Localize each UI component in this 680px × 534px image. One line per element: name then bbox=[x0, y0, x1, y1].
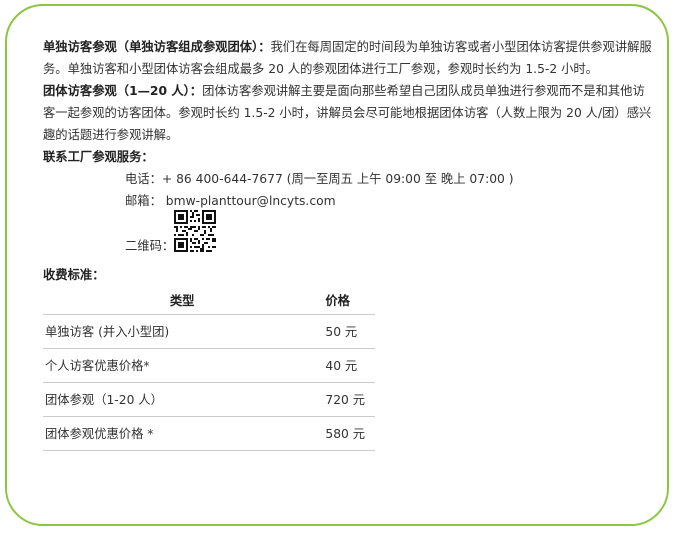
fee-price-cell: 50 元 bbox=[321, 314, 375, 349]
table-row: 个人访客优惠价格* 40 元 bbox=[43, 348, 375, 383]
fee-type-cell: 单独访客 (并入小型团) bbox=[43, 314, 322, 349]
table-row: 单独访客 (并入小型团) 50 元 bbox=[43, 314, 375, 349]
qr-row: 二维码： bbox=[125, 210, 655, 254]
fee-price-cell: 720 元 bbox=[321, 382, 375, 417]
card-content: 单独访客参观（单独访客组成参观团体）：我们在每周固定的时间段为单独访客或者小型团… bbox=[43, 36, 655, 451]
fees-header-price: 价格 bbox=[321, 288, 375, 315]
fees-table: 类型 价格 单独访客 (并入小型团) 50 元 个人访客优惠价格* 40 元 团… bbox=[43, 288, 375, 451]
group-visit-title: 团体访客参观（1—20 人）： bbox=[43, 84, 203, 98]
table-row: 团体参观（1-20 人） 720 元 bbox=[43, 382, 375, 417]
group-visit-paragraph: 团体访客参观（1—20 人）：团体访客参观讲解主要是面向那些希望自己团队成员单独… bbox=[43, 80, 655, 146]
fees-header-row: 类型 价格 bbox=[43, 288, 375, 315]
contact-email[interactable]: 邮箱： bmw-planttour@lncyts.com bbox=[125, 190, 655, 212]
fee-type-cell: 个人访客优惠价格* bbox=[43, 348, 322, 383]
fee-type-cell: 团体参观优惠价格 * bbox=[43, 416, 322, 451]
contact-phone: 电话：+ 86 400-644-7677 (周一至周五 上午 09:00 至 晚… bbox=[125, 172, 514, 186]
fee-price-cell: 40 元 bbox=[321, 348, 375, 383]
contact-title: 联系工厂参观服务： bbox=[43, 150, 154, 164]
info-card: 单独访客参观（单独访客组成参观团体）：我们在每周固定的时间段为单独访客或者小型团… bbox=[5, 4, 669, 526]
qr-label: 二维码： bbox=[125, 239, 175, 253]
individual-visit-paragraph: 单独访客参观（单独访客组成参观团体）：我们在每周固定的时间段为单独访客或者小型团… bbox=[43, 36, 655, 80]
fees-title: 收费标准： bbox=[43, 268, 105, 282]
fees-header-type: 类型 bbox=[43, 288, 322, 315]
table-row: 团体参观优惠价格 * 580 元 bbox=[43, 416, 375, 451]
fee-type-cell: 团体参观（1-20 人） bbox=[43, 382, 322, 417]
contact-block: 电话：+ 86 400-644-7677 (周一至周五 上午 09:00 至 晚… bbox=[43, 168, 655, 254]
individual-visit-title: 单独访客参观（单独访客组成参观团体）： bbox=[43, 40, 271, 54]
fee-price-cell: 580 元 bbox=[321, 416, 375, 451]
qr-code-icon bbox=[174, 210, 217, 252]
